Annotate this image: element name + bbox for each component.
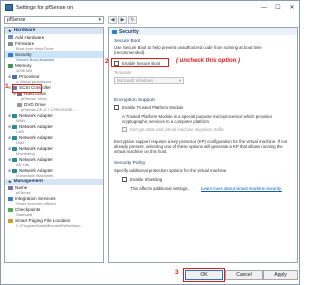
nav-buttons: ◀ ▶ ↻ [108,16,137,24]
enable-shielding-checkbox[interactable] [122,177,127,182]
tree-item-firmware[interactable]: Firmware [5,40,103,46]
template-label: Template: [114,70,133,75]
minimize-button[interactable]: — [257,1,271,14]
tree-item-dvd-drive[interactable]: DVD Drive [5,102,103,108]
vm-select-value: pfSense [7,17,26,23]
security-policy-header: Security Policy [114,161,146,166]
network-adapter-icon [12,124,17,129]
annotation-box-security [12,84,42,93]
vm-selector-row: pfSense ▾ [4,16,104,24]
secure-boot-description: Use Secure Boot to help prevent unauthor… [114,45,262,55]
shield-icon [8,52,13,57]
annotation-note: ( uncheck this option ) [176,58,240,64]
tree-item-network-adapter[interactable]: ⊕ Network Adapter [5,168,103,174]
refresh-button[interactable]: ↻ [128,16,137,24]
tpm-description: A Trusted Platform Module is a special p… [122,114,272,124]
add-hardware-icon [8,35,13,40]
chevron-down-icon: ▾ [178,78,181,83]
apply-button[interactable]: Apply [263,270,298,280]
settings-tree: ★ Hardware Add Hardware Firmware Boot fr… [4,27,104,263]
shield-icon [112,29,117,34]
tree-item-checkpoints[interactable]: Checkpoints [5,207,103,213]
vm-select[interactable]: pfSense ▾ [4,16,104,24]
memory-icon [8,63,13,68]
network-adapter-icon [12,168,17,173]
settings-window: Settings for pfSense on — ☐ ✕ pfSense ▾ … [0,0,300,285]
window-title: Settings for pfSense on [16,4,74,11]
close-button[interactable]: ✕ [285,1,299,14]
annotation-number-2: 2 [105,58,109,65]
checkpoints-icon [8,207,13,212]
cancel-button[interactable]: Cancel [225,270,263,280]
tree-item-network-adapter[interactable]: ⊕ Network Adapter [5,113,103,119]
enable-tpm-label: Enable Trusted Platform Module [122,105,184,110]
chevron-down-icon: ▾ [98,17,101,23]
tree-item-memory[interactable]: Memory [5,62,103,68]
panel-title: Security [109,28,297,35]
network-adapter-icon [12,157,17,162]
tree-item-integration-services[interactable]: Integration Services [5,196,103,202]
firmware-icon [8,41,13,46]
enable-tpm-checkbox[interactable] [114,105,119,110]
tree-item-smart-paging-detail: C:\ProgramData\Microsoft\Windows... [16,222,83,228]
previous-button[interactable]: ◀ [108,16,117,24]
annotation-box-ok [183,268,225,282]
encrypt-migration-checkbox[interactable] [122,127,127,132]
tree-item-processor[interactable]: ⊕ Processor [5,73,103,79]
shielding-note: This affects additional settings. [130,186,189,191]
title-bar: Settings for pfSense on — ☐ ✕ [1,1,299,14]
network-adapter-icon [12,113,17,118]
enable-shielding-label: Enable Shielding [130,177,163,182]
tree-item-network-adapter[interactable]: ⊕ Network Adapter [5,135,103,141]
network-adapter-icon [12,135,17,140]
encrypt-migration-label: Encrypt state and virtual machine migrat… [130,127,225,132]
maximize-button[interactable]: ☐ [271,1,285,14]
name-icon [8,185,13,190]
folder-icon [8,218,13,223]
tree-item-name[interactable]: Name [5,185,103,191]
key-protector-description: Encryption support requires a key protec… [114,139,288,154]
tree-item-network-adapter[interactable]: ⊕ Network Adapter [5,146,103,152]
learn-more-link[interactable]: Learn more about virtual machine securit… [201,186,282,191]
security-policy-description: Specify additional protection options fo… [114,168,228,173]
settings-app-icon [5,4,13,11]
window-controls: — ☐ ✕ [257,1,299,14]
template-select-value: Microsoft Windows [117,78,154,83]
dvd-drive-icon [17,102,22,107]
annotation-number-1: 1 [5,83,9,90]
tree-item-smart-paging[interactable]: Smart Paging File Location [5,218,103,224]
annotation-box-secure-boot [111,58,169,67]
tree-item-network-adapter[interactable]: ⊕ Network Adapter [5,124,103,130]
processor-icon [12,74,17,79]
encryption-header: Encryption Support [114,98,155,103]
tree-item-network-adapter[interactable]: ⊕ Network Adapter [5,157,103,163]
next-button[interactable]: ▶ [118,16,127,24]
secure-boot-header: Secure Boot [114,39,141,44]
integration-services-icon [8,196,13,201]
network-adapter-icon [12,146,17,151]
tree-item-security[interactable]: Security [5,51,103,58]
template-select[interactable]: Microsoft Windows ▾ [114,77,184,84]
annotation-number-3: 3 [175,269,179,276]
